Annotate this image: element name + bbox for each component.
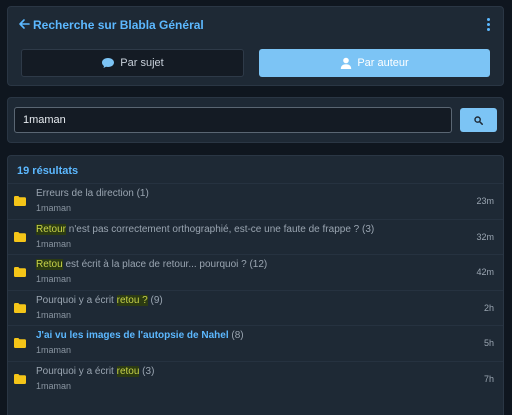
search-input[interactable] [14, 107, 452, 133]
result-title-rest: est écrit à la place de retour... pourqu… [62, 259, 247, 270]
reply-count: (9) [147, 294, 163, 306]
result-row[interactable]: J'ai vu les images de l'autopsie de Nahe… [8, 325, 503, 361]
result-row[interactable]: Erreurs de la direction (1) 1maman 23m [8, 183, 503, 219]
folder-icon [14, 338, 26, 348]
result-time: 32m [476, 231, 494, 242]
results-panel: 19 résultats Erreurs de la direction (1)… [7, 155, 504, 415]
page-title: Recherche sur Blabla Général [33, 18, 204, 32]
search-highlight: Retou [36, 259, 63, 270]
folder-icon [14, 373, 26, 384]
result-author[interactable]: 1maman [36, 310, 71, 320]
tab-by-subject[interactable]: Par sujet [21, 49, 244, 77]
result-title-text: Pourquoi y a écrit [36, 365, 117, 377]
search-highlight: retou [116, 365, 140, 377]
result-title[interactable]: J'ai vu les images de l'autopsie de Nahe… [36, 330, 244, 341]
search-highlight: Retour [36, 223, 67, 235]
reply-count: (3) [359, 223, 375, 235]
results-count: 19 résultats [17, 165, 79, 177]
speech-bubble-icon [102, 58, 115, 68]
tab-by-author[interactable]: Par auteur [259, 49, 490, 77]
result-title-text: Erreurs de la direction [36, 188, 134, 199]
result-time: 42m [476, 267, 494, 277]
reply-count: (8) [228, 330, 244, 341]
header-row: Recherche sur Blabla Général [8, 7, 503, 41]
result-title[interactable]: Retour n'est pas correctement orthograph… [36, 223, 375, 235]
search-highlight: retou ? [116, 294, 148, 306]
result-title[interactable]: Erreurs de la direction (1) [36, 188, 149, 199]
tab-by-subject-label: Par sujet [120, 57, 164, 69]
tab-by-author-label: Par auteur [357, 57, 409, 69]
result-author[interactable]: 1maman [36, 203, 71, 213]
folder-icon [14, 267, 26, 277]
folder-icon [14, 302, 26, 313]
results-list: Erreurs de la direction (1) 1maman 23m Reto… [8, 183, 503, 396]
result-time: 23m [476, 196, 494, 206]
result-title-text: J'ai vu les images de l'autopsie de Nahe… [36, 330, 229, 341]
result-row[interactable]: Pourquoi y a écrit retou ? (9) 1maman 2h [8, 289, 503, 326]
result-time: 2h [483, 302, 494, 313]
user-icon [341, 57, 352, 69]
result-title[interactable]: Pourquoi y a écrit retou (3) [36, 365, 155, 377]
search-panel [7, 97, 504, 143]
result-row[interactable]: Retou est écrit à la place de retour... … [8, 254, 503, 290]
result-title[interactable]: Pourquoi y a écrit retou ? (9) [36, 294, 163, 306]
result-author[interactable]: 1maman [36, 239, 71, 249]
result-title[interactable]: Retou est écrit à la place de retour... … [36, 259, 267, 270]
result-title-rest: n'est pas correctement orthographié, est… [66, 223, 360, 235]
search-icon [474, 115, 483, 125]
result-author[interactable]: 1maman [36, 345, 71, 355]
search-button[interactable] [460, 108, 497, 132]
result-row[interactable]: Retour n'est pas correctement orthograph… [8, 218, 503, 255]
result-author[interactable]: 1maman [36, 274, 71, 284]
folder-icon [14, 231, 26, 242]
more-vertical-icon[interactable] [487, 18, 491, 31]
reply-count: (1) [133, 188, 149, 199]
reply-count: (12) [246, 259, 268, 270]
reply-count: (3) [139, 365, 155, 377]
arrow-left-icon[interactable] [17, 17, 31, 31]
result-author[interactable]: 1maman [36, 381, 71, 391]
result-time: 7h [483, 373, 494, 384]
search-header-panel: Recherche sur Blabla Général Par sujet P… [7, 6, 504, 86]
result-row[interactable]: Pourquoi y a écrit retou (3) 1maman 7h [8, 360, 503, 397]
result-title-text: Pourquoi y a écrit [36, 294, 117, 306]
folder-icon [14, 196, 26, 206]
result-time: 5h [483, 338, 494, 348]
